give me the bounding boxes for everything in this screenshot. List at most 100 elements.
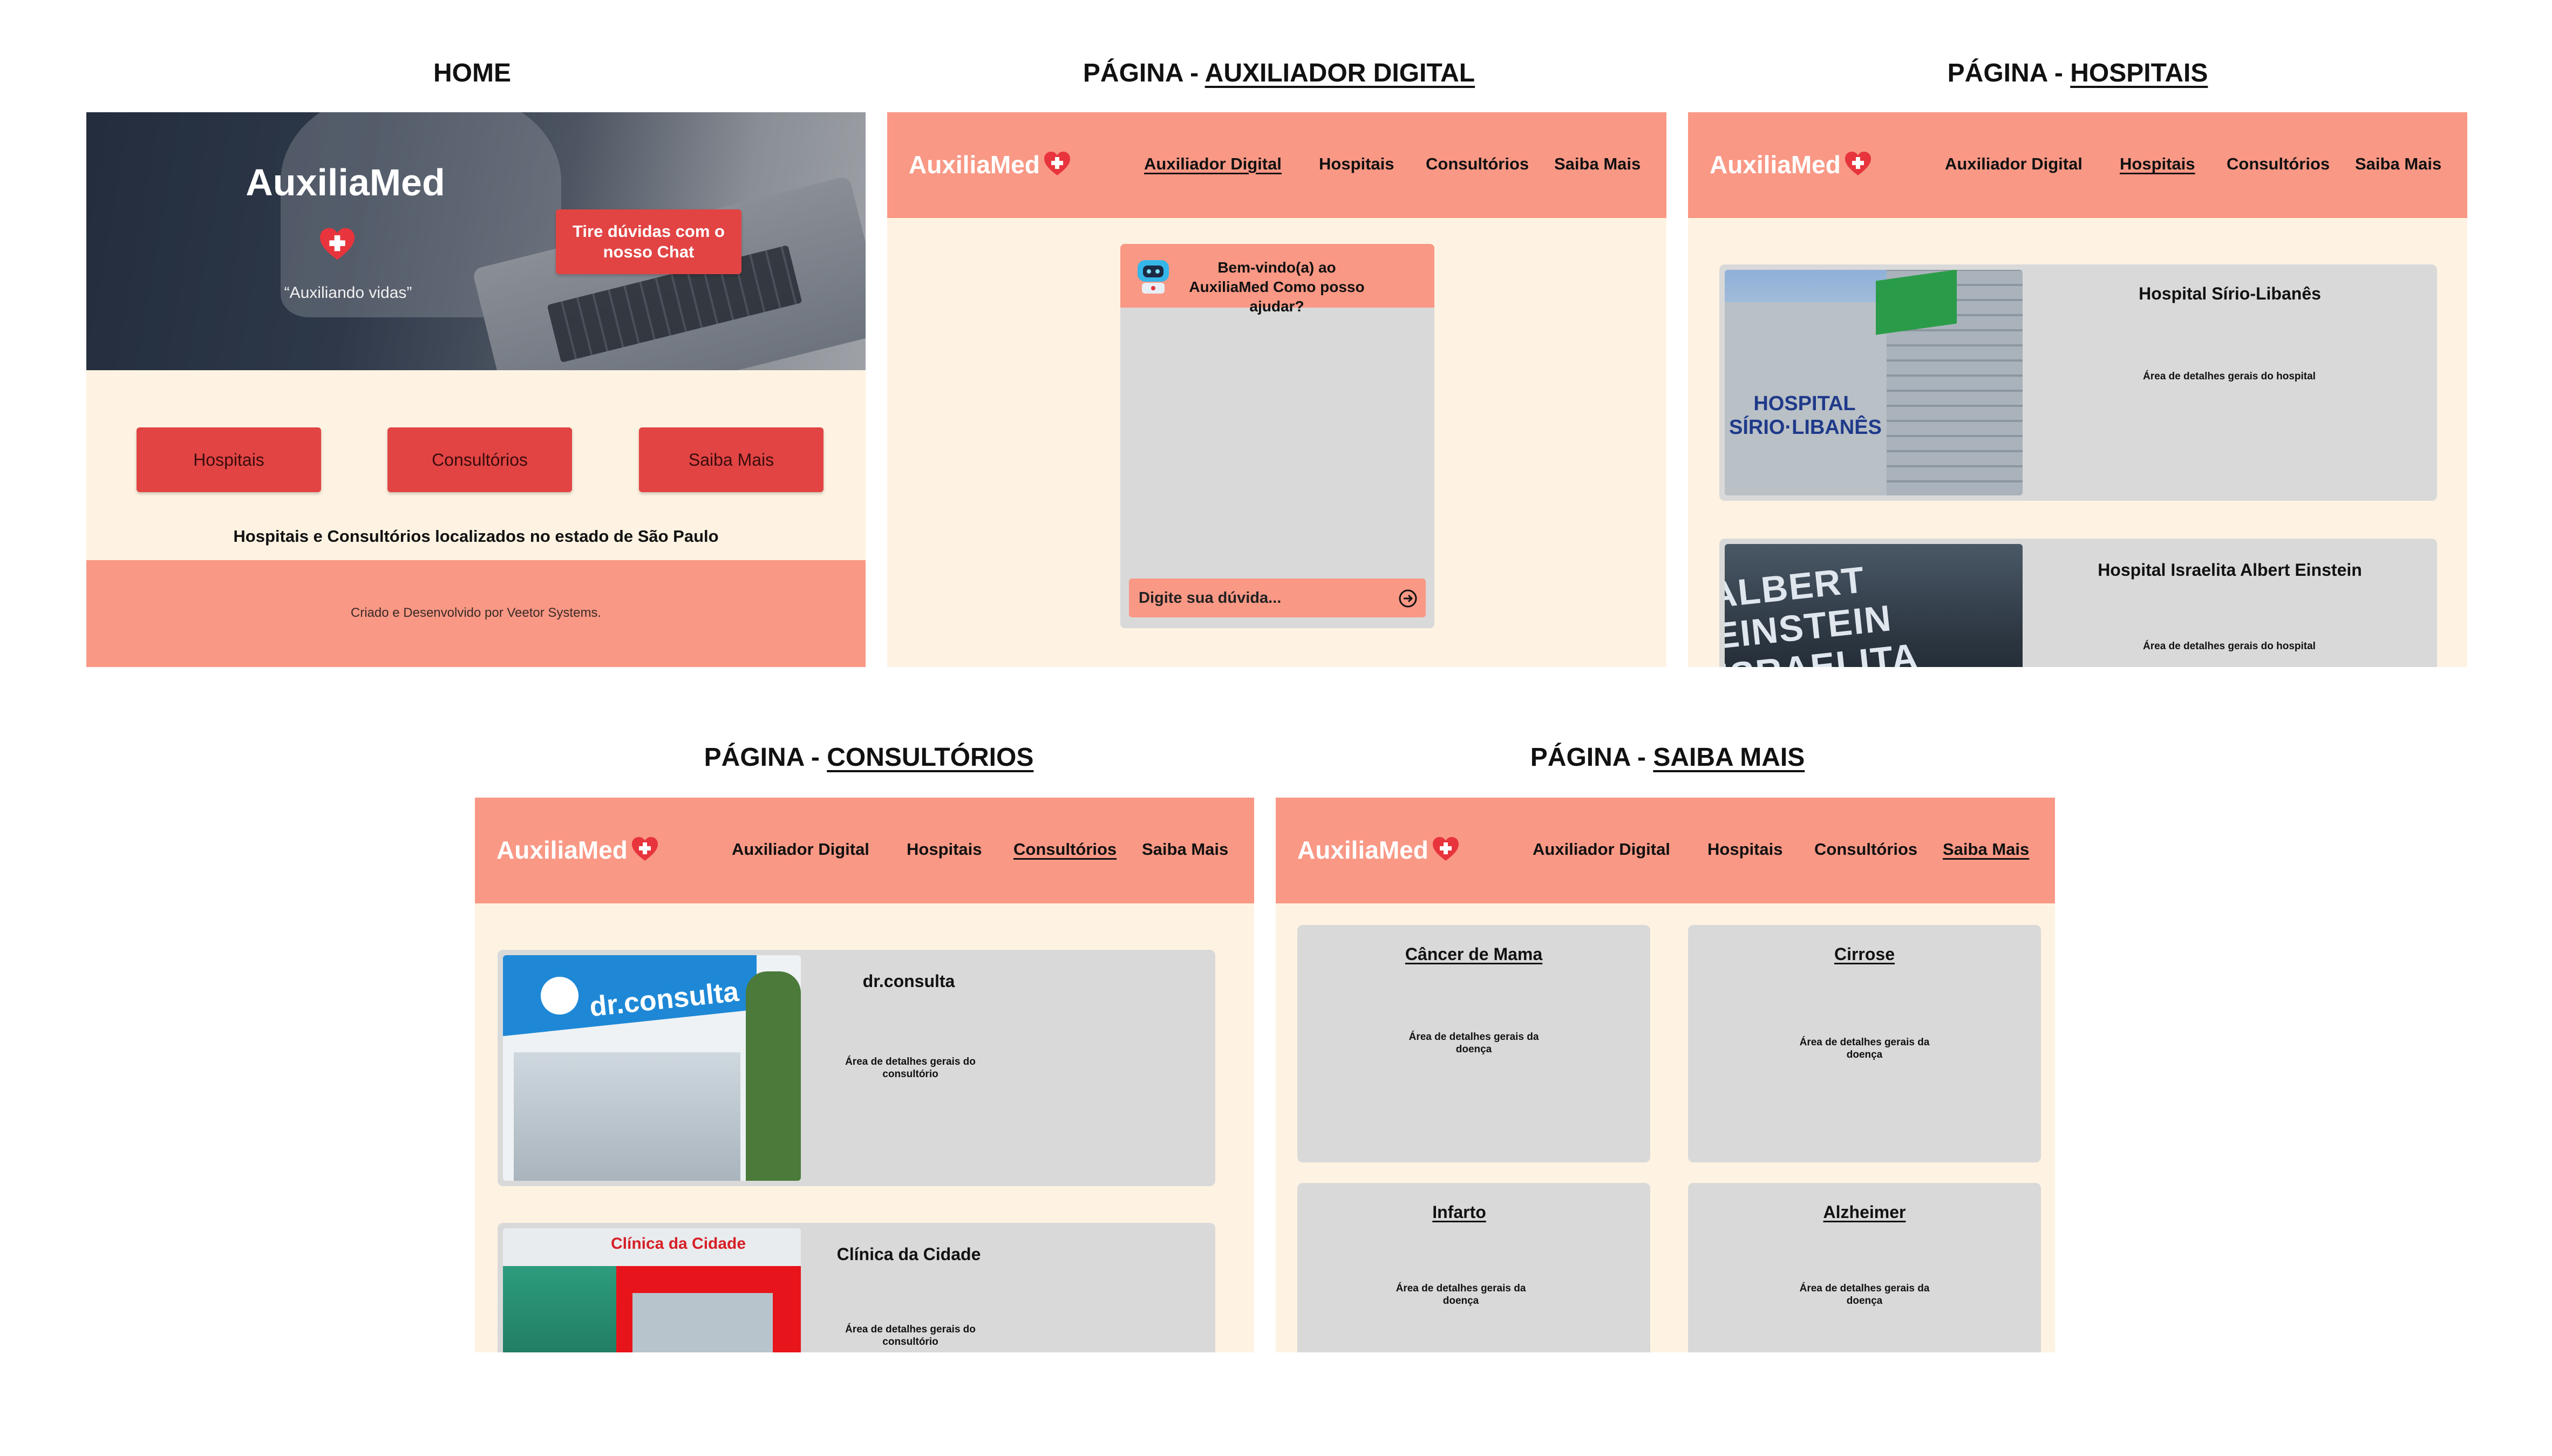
nav-auxiliador-digital[interactable]: Auxiliador Digital xyxy=(1945,154,2083,174)
title-consultorios: PÁGINA - CONSULTÓRIOS xyxy=(475,743,1263,772)
nav-saiba-mais[interactable]: Saiba Mais xyxy=(1554,154,1641,174)
nav-consultorios[interactable]: Consultórios xyxy=(1013,840,1117,859)
title-prefix: PÁGINA - xyxy=(1530,743,1653,772)
nav-saiba-mais[interactable]: Saiba Mais xyxy=(1943,840,2029,859)
hero-overlay xyxy=(86,112,866,370)
title-saiba-mais: PÁGINA - SAIBA MAIS xyxy=(1274,743,2061,772)
photo-left xyxy=(503,1266,616,1352)
nav-auxiliador-digital[interactable]: Auxiliador Digital xyxy=(1144,154,1282,174)
title-page-name: SAIBA MAIS xyxy=(1653,743,1805,772)
site-header: AuxiliaMed Auxiliador Digital Hospitais … xyxy=(887,112,1666,218)
clinic-photo: dr.consulta xyxy=(503,955,801,1181)
disease-details: Área de detalhes gerais da doença xyxy=(1799,1283,1930,1307)
home-tagline: “Auxiliando vidas” xyxy=(284,284,412,302)
nav-auxiliador-digital[interactable]: Auxiliador Digital xyxy=(1533,840,1670,859)
site-logo[interactable]: AuxiliaMed xyxy=(1297,835,1460,865)
clinic-card[interactable]: dr.consulta dr.consulta Área de detalhes… xyxy=(498,950,1215,1186)
saiba-mais-page: AuxiliaMed Auxiliador Digital Hospitais … xyxy=(1276,798,2055,1352)
heart-cross-icon xyxy=(1432,836,1460,862)
clinic-name: dr.consulta xyxy=(862,971,955,991)
title-page-name: CONSULTÓRIOS xyxy=(827,743,1034,772)
photo-window xyxy=(632,1293,773,1352)
nav-hospitais[interactable]: Hospitais xyxy=(907,840,982,859)
home-app-title: AuxiliaMed xyxy=(246,161,445,203)
hospitais-page: AuxiliaMed Auxiliador Digital Hospitais … xyxy=(1688,112,2467,667)
nav-saiba-mais[interactable]: Saiba Mais xyxy=(1142,840,1228,859)
chat-header: Bem-vindo(a) ao AuxiliaMed Como posso aj… xyxy=(1120,244,1434,315)
home-footer: Criado e Desenvolvido por Veetor Systems… xyxy=(86,560,866,667)
hospital-details: Área de detalhes gerais do hospital xyxy=(2143,371,2316,382)
heart-cross-icon xyxy=(318,227,356,261)
nav-saiba-mais[interactable]: Saiba Mais xyxy=(2355,154,2441,174)
clinic-details: Área de detalhes gerais do consultório xyxy=(845,1324,976,1348)
heart-cross-icon xyxy=(1844,151,1872,176)
home-button-hospitais[interactable]: Hospitais xyxy=(137,427,321,492)
title-page-name: AUXILIADOR DIGITAL xyxy=(1204,59,1475,87)
hero-banner: AuxiliaMed “Auxiliando vidas” Tire dúvid… xyxy=(86,112,866,370)
photo-sign: Clínica da Cidade xyxy=(611,1235,746,1253)
nav-hospitais[interactable]: Hospitais xyxy=(1319,154,1394,174)
photo-tree xyxy=(746,971,801,1181)
title-home: HOME xyxy=(433,59,511,87)
logo-text: AuxiliaMed xyxy=(1710,151,1841,179)
nav-consultorios[interactable]: Consultórios xyxy=(1426,154,1529,174)
site-header: AuxiliaMed Auxiliador Digital Hospitais … xyxy=(1276,798,2055,903)
chat-input[interactable]: Digite sua dúvida... xyxy=(1129,579,1426,617)
site-logo[interactable]: AuxiliaMed xyxy=(1710,150,1872,179)
disease-card[interactable]: Câncer de Mama Área de detalhes gerais d… xyxy=(1297,925,1650,1162)
robot-icon xyxy=(1134,256,1172,295)
home-button-consultorios[interactable]: Consultórios xyxy=(387,427,572,492)
disease-card[interactable]: Cirrose Área de detalhes gerais da doenç… xyxy=(1688,925,2041,1162)
photo-sign: ALBERT EINSTEIN ISRAELITA xyxy=(1725,559,1921,667)
home-subtitle: Hospitais e Consultórios localizados no … xyxy=(233,527,719,546)
disease-details: Área de detalhes gerais da doença xyxy=(1799,1037,1930,1060)
disease-name: Infarto xyxy=(1432,1202,1486,1222)
title-prefix: PÁGINA - xyxy=(1947,59,2071,87)
site-logo[interactable]: AuxiliaMed xyxy=(496,835,659,865)
disease-details: Área de detalhes gerais da doença xyxy=(1396,1283,1526,1307)
nav-auxiliador-digital[interactable]: Auxiliador Digital xyxy=(732,840,869,859)
title-hospitais: PÁGINA - HOSPITAIS xyxy=(1684,58,2472,88)
title-prefix: PÁGINA - xyxy=(1083,59,1205,87)
heart-cross-icon xyxy=(1043,151,1071,176)
disease-details: Área de detalhes gerais da doença xyxy=(1408,1031,1539,1055)
nav-hospitais[interactable]: Hospitais xyxy=(2120,154,2195,174)
site-header: AuxiliaMed Auxiliador Digital Hospitais … xyxy=(475,798,1254,903)
auxiliador-page: AuxiliaMed Auxiliador Digital Hospitais … xyxy=(887,112,1666,667)
chat-placeholder: Digite sua dúvida... xyxy=(1139,589,1282,607)
clinic-details: Área de detalhes gerais do consultório xyxy=(845,1056,976,1080)
disease-card[interactable]: Alzheimer Área de detalhes gerais da doe… xyxy=(1688,1183,2041,1352)
hospital-details: Área de detalhes gerais do hospital xyxy=(2143,641,2316,652)
home-button-saiba-mais[interactable]: Saiba Mais xyxy=(639,427,824,492)
hospital-name: Hospital Sírio-Libanês xyxy=(2139,284,2321,303)
nav-consultorios[interactable]: Consultórios xyxy=(1814,840,1917,859)
heart-cross-icon xyxy=(631,836,659,862)
photo-flag xyxy=(1876,270,1957,335)
chat-greeting: Bem-vindo(a) ao AuxiliaMed Como posso aj… xyxy=(1189,259,1365,315)
logo-text: AuxiliaMed xyxy=(909,151,1040,179)
chat-button[interactable]: Tire dúvidas com o nosso Chat xyxy=(556,209,741,274)
clinic-name: Clínica da Cidade xyxy=(836,1244,981,1264)
hospital-name: Hospital Israelita Albert Einstein xyxy=(2098,560,2362,580)
title-page-name: HOSPITAIS xyxy=(2070,59,2208,87)
consultorios-page: AuxiliaMed Auxiliador Digital Hospitais … xyxy=(475,798,1254,1352)
hospital-card[interactable]: HOSPITAL SÍRIO·LIBANÊS Hospital Sírio-Li… xyxy=(1719,264,2437,501)
title-auxiliador: PÁGINA - AUXILIADOR DIGITAL xyxy=(885,58,1673,88)
disease-card[interactable]: Infarto Área de detalhes gerais da doenç… xyxy=(1297,1183,1650,1352)
clinic-photo: Clínica da Cidade xyxy=(503,1228,801,1352)
nav-consultorios[interactable]: Consultórios xyxy=(2227,154,2330,174)
hospital-photo: HOSPITAL SÍRIO·LIBANÊS xyxy=(1725,270,2023,495)
clinic-card[interactable]: Clínica da Cidade Clínica da Cidade Área… xyxy=(498,1223,1215,1352)
title-prefix: PÁGINA - xyxy=(704,743,827,772)
site-logo[interactable]: AuxiliaMed xyxy=(909,150,1071,179)
logo-text: AuxiliaMed xyxy=(1297,836,1428,864)
hospital-card[interactable]: ALBERT EINSTEIN ISRAELITA Hospital Israe… xyxy=(1719,539,2437,667)
disease-name: Cirrose xyxy=(1834,944,1895,964)
photo-sign: HOSPITAL SÍRIO·LIBANÊS xyxy=(1729,392,1882,439)
disease-name: Câncer de Mama xyxy=(1405,944,1543,964)
footer-text: Criado e Desenvolvido por Veetor Systems… xyxy=(350,605,602,620)
nav-hospitais[interactable]: Hospitais xyxy=(1707,840,1783,859)
logo-text: AuxiliaMed xyxy=(496,836,628,864)
hospital-photo: ALBERT EINSTEIN ISRAELITA xyxy=(1725,544,2023,667)
send-icon[interactable] xyxy=(1399,589,1417,608)
